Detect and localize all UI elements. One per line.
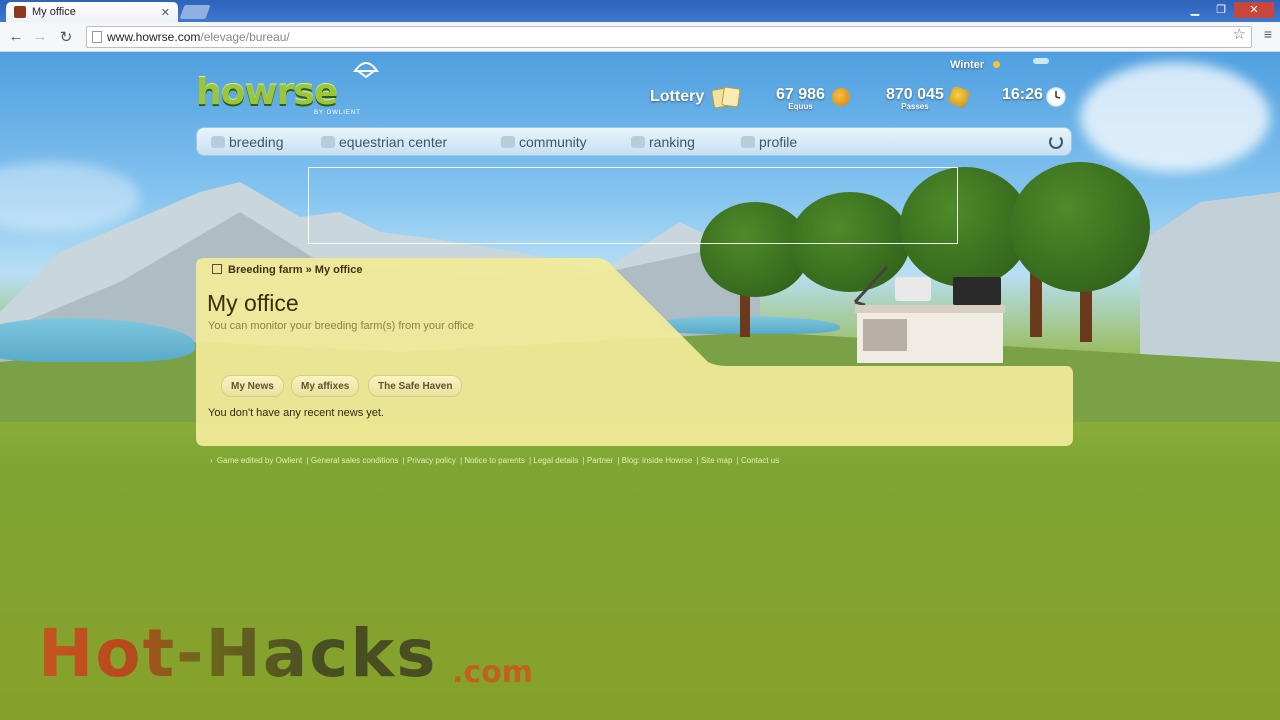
ranking-icon <box>631 136 645 148</box>
close-tab-icon[interactable]: ✕ <box>161 6 170 19</box>
back-arrow-icon[interactable]: ← <box>6 28 26 45</box>
breadcrumb-text[interactable]: Breeding farm » My office <box>228 264 362 276</box>
browser-toolbar: ← → ↻ www.howrse.com/elevage/bureau/ ☆ ≡ <box>0 22 1280 52</box>
tab-my-affixes[interactable]: My affixes <box>291 375 360 397</box>
watermark-suffix: .com <box>452 655 534 690</box>
passes-value: 870 045 <box>886 86 944 103</box>
lottery-link[interactable]: Lottery <box>650 88 704 106</box>
page-subtitle: You can monitor your breeding farm(s) fr… <box>208 320 474 332</box>
minimize-icon[interactable]: ▁ <box>1182 2 1208 18</box>
profile-icon <box>741 136 755 148</box>
footer-link[interactable]: Contact us <box>741 456 779 465</box>
tab-my-news[interactable]: My News <box>221 375 284 397</box>
maximize-icon[interactable]: ❐ <box>1208 2 1234 18</box>
sun-icon <box>993 61 1001 68</box>
footer-link[interactable]: Notice to parents <box>464 456 524 465</box>
breadcrumb: Breeding farm » My office <box>212 264 362 276</box>
browser-tab[interactable]: My office ✕ <box>6 2 178 22</box>
season-indicator: Winter <box>950 59 1001 71</box>
equus-coin-icon <box>832 88 850 106</box>
ad-banner-frame[interactable] <box>308 167 958 244</box>
equus-counter[interactable]: 67 986 Equus <box>776 86 825 111</box>
logo-text: howrse <box>196 72 338 113</box>
passes-label: Passes <box>901 102 929 111</box>
tab-title: My office <box>32 6 76 18</box>
community-icon <box>501 136 515 148</box>
footer-link[interactable]: Partner <box>587 456 613 465</box>
equus-value: 67 986 <box>776 86 825 103</box>
lottery-label: Lottery <box>650 88 705 105</box>
footer-link[interactable]: Legal details <box>533 456 578 465</box>
nav-breeding[interactable]: breeding <box>211 134 284 150</box>
reload-icon[interactable]: ↻ <box>56 28 76 46</box>
logout-power-icon[interactable] <box>1049 135 1063 149</box>
clock-icon <box>1046 87 1066 107</box>
footer-links: › Game edited by Owlient | General sales… <box>210 456 780 465</box>
howrse-logo[interactable]: howrse BY OWLIENT <box>196 72 386 122</box>
main-nav: breeding equestrian center community ran… <box>196 127 1072 156</box>
window-controls: ▁ ❐ ✕ <box>1182 2 1274 18</box>
home-icon <box>212 264 222 274</box>
nav-label: equestrian center <box>339 134 448 150</box>
page-title: My office <box>207 290 299 316</box>
nav-equestrian-center[interactable]: equestrian center <box>321 134 447 150</box>
season-label: Winter <box>950 59 985 71</box>
watermark-text: Hot-Hacks <box>38 615 438 692</box>
page-icon <box>92 31 102 43</box>
lottery-ticket-icon[interactable] <box>711 85 743 109</box>
tab-safe-haven[interactable]: The Safe Haven <box>368 375 463 397</box>
nav-label: community <box>519 134 587 150</box>
nav-ranking[interactable]: ranking <box>631 134 695 150</box>
weather-icon <box>1033 58 1049 64</box>
nav-profile[interactable]: profile <box>741 134 797 150</box>
nav-label: profile <box>759 134 798 150</box>
forward-arrow-icon[interactable]: → <box>30 28 50 45</box>
riding-hat-icon <box>353 62 379 79</box>
footer-bullet: › <box>210 456 213 465</box>
nav-label: breeding <box>229 134 284 150</box>
footer-link[interactable]: Site map <box>701 456 733 465</box>
clock-time: 16:26 <box>1002 86 1043 103</box>
browser-titlebar: My office ✕ ▁ ❐ ✕ <box>0 0 1280 22</box>
close-window-icon[interactable]: ✕ <box>1234 2 1274 18</box>
new-tab-button[interactable] <box>179 5 211 19</box>
url-path: /elevage/bureau/ <box>200 30 290 44</box>
breeding-icon <box>211 136 225 148</box>
footer-link[interactable]: Blog: inside Howrse <box>622 456 693 465</box>
empty-news-message: You don't have any recent news yet. <box>208 407 384 419</box>
url-host: www.howrse.com <box>107 30 201 44</box>
address-bar[interactable]: www.howrse.com/elevage/bureau/ <box>86 26 1252 48</box>
menu-icon[interactable]: ≡ <box>1264 26 1272 42</box>
favicon-icon <box>14 6 26 18</box>
star-icon[interactable]: ☆ <box>1233 25 1246 43</box>
logo-byline: BY OWLIENT <box>314 110 361 116</box>
footer-link[interactable]: Game edited by Owlient <box>217 456 302 465</box>
equus-label: Equus <box>788 102 813 111</box>
passes-counter[interactable]: 870 045 Passes <box>886 86 944 111</box>
game-clock: 16:26 <box>1002 86 1043 104</box>
nav-label: ranking <box>649 134 695 150</box>
footer-link[interactable]: General sales conditions <box>311 456 399 465</box>
footer-link[interactable]: Privacy policy <box>407 456 456 465</box>
nav-community[interactable]: community <box>501 134 587 150</box>
equestrian-center-icon <box>321 136 335 148</box>
